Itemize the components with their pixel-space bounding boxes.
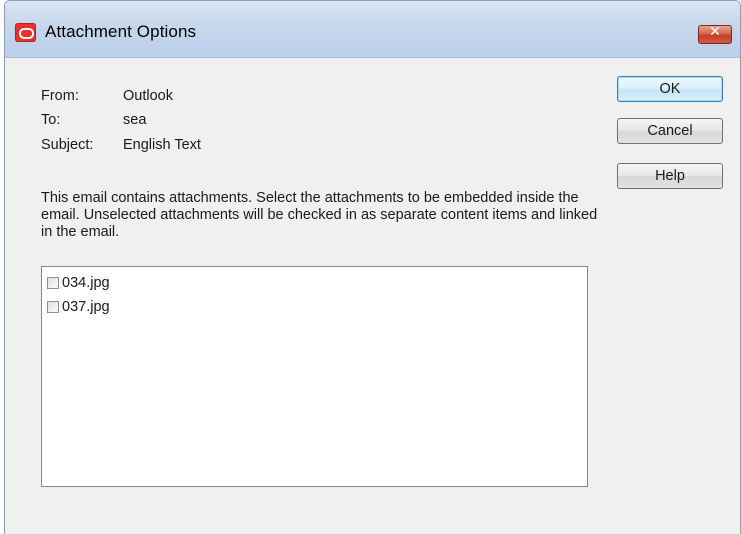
window-title: Attachment Options	[45, 22, 197, 41]
title-bar[interactable]: Attachment Options ✕	[5, 1, 740, 58]
instructions-text: This email contains attachments. Select …	[41, 190, 598, 240]
from-label: From:	[41, 88, 79, 104]
list-item-attachment[interactable]: 034.jpg	[47, 273, 110, 293]
close-icon: ✕	[709, 24, 721, 40]
cancel-button[interactable]: Cancel	[617, 118, 723, 144]
help-button[interactable]: Help	[617, 163, 723, 189]
subject-label: Subject:	[41, 137, 94, 153]
ok-button[interactable]: OK	[617, 76, 723, 102]
attachments-list[interactable]: 034.jpg 037.jpg	[41, 266, 588, 487]
attachment-options-dialog: Attachment Options ✕ From: Outlook To: s…	[4, 0, 741, 534]
attachment-checkbox[interactable]	[47, 301, 59, 313]
attachment-checkbox[interactable]	[47, 277, 59, 289]
close-button[interactable]: ✕	[698, 24, 732, 44]
oracle-logo-icon	[15, 23, 36, 42]
to-label: To:	[41, 112, 61, 128]
subject-value: English Text	[123, 137, 201, 153]
to-value: sea	[123, 112, 147, 128]
from-value: Outlook	[123, 88, 173, 104]
attachment-name: 037.jpg	[62, 299, 110, 315]
list-item-attachment[interactable]: 037.jpg	[47, 297, 110, 317]
attachment-name: 034.jpg	[62, 275, 110, 291]
